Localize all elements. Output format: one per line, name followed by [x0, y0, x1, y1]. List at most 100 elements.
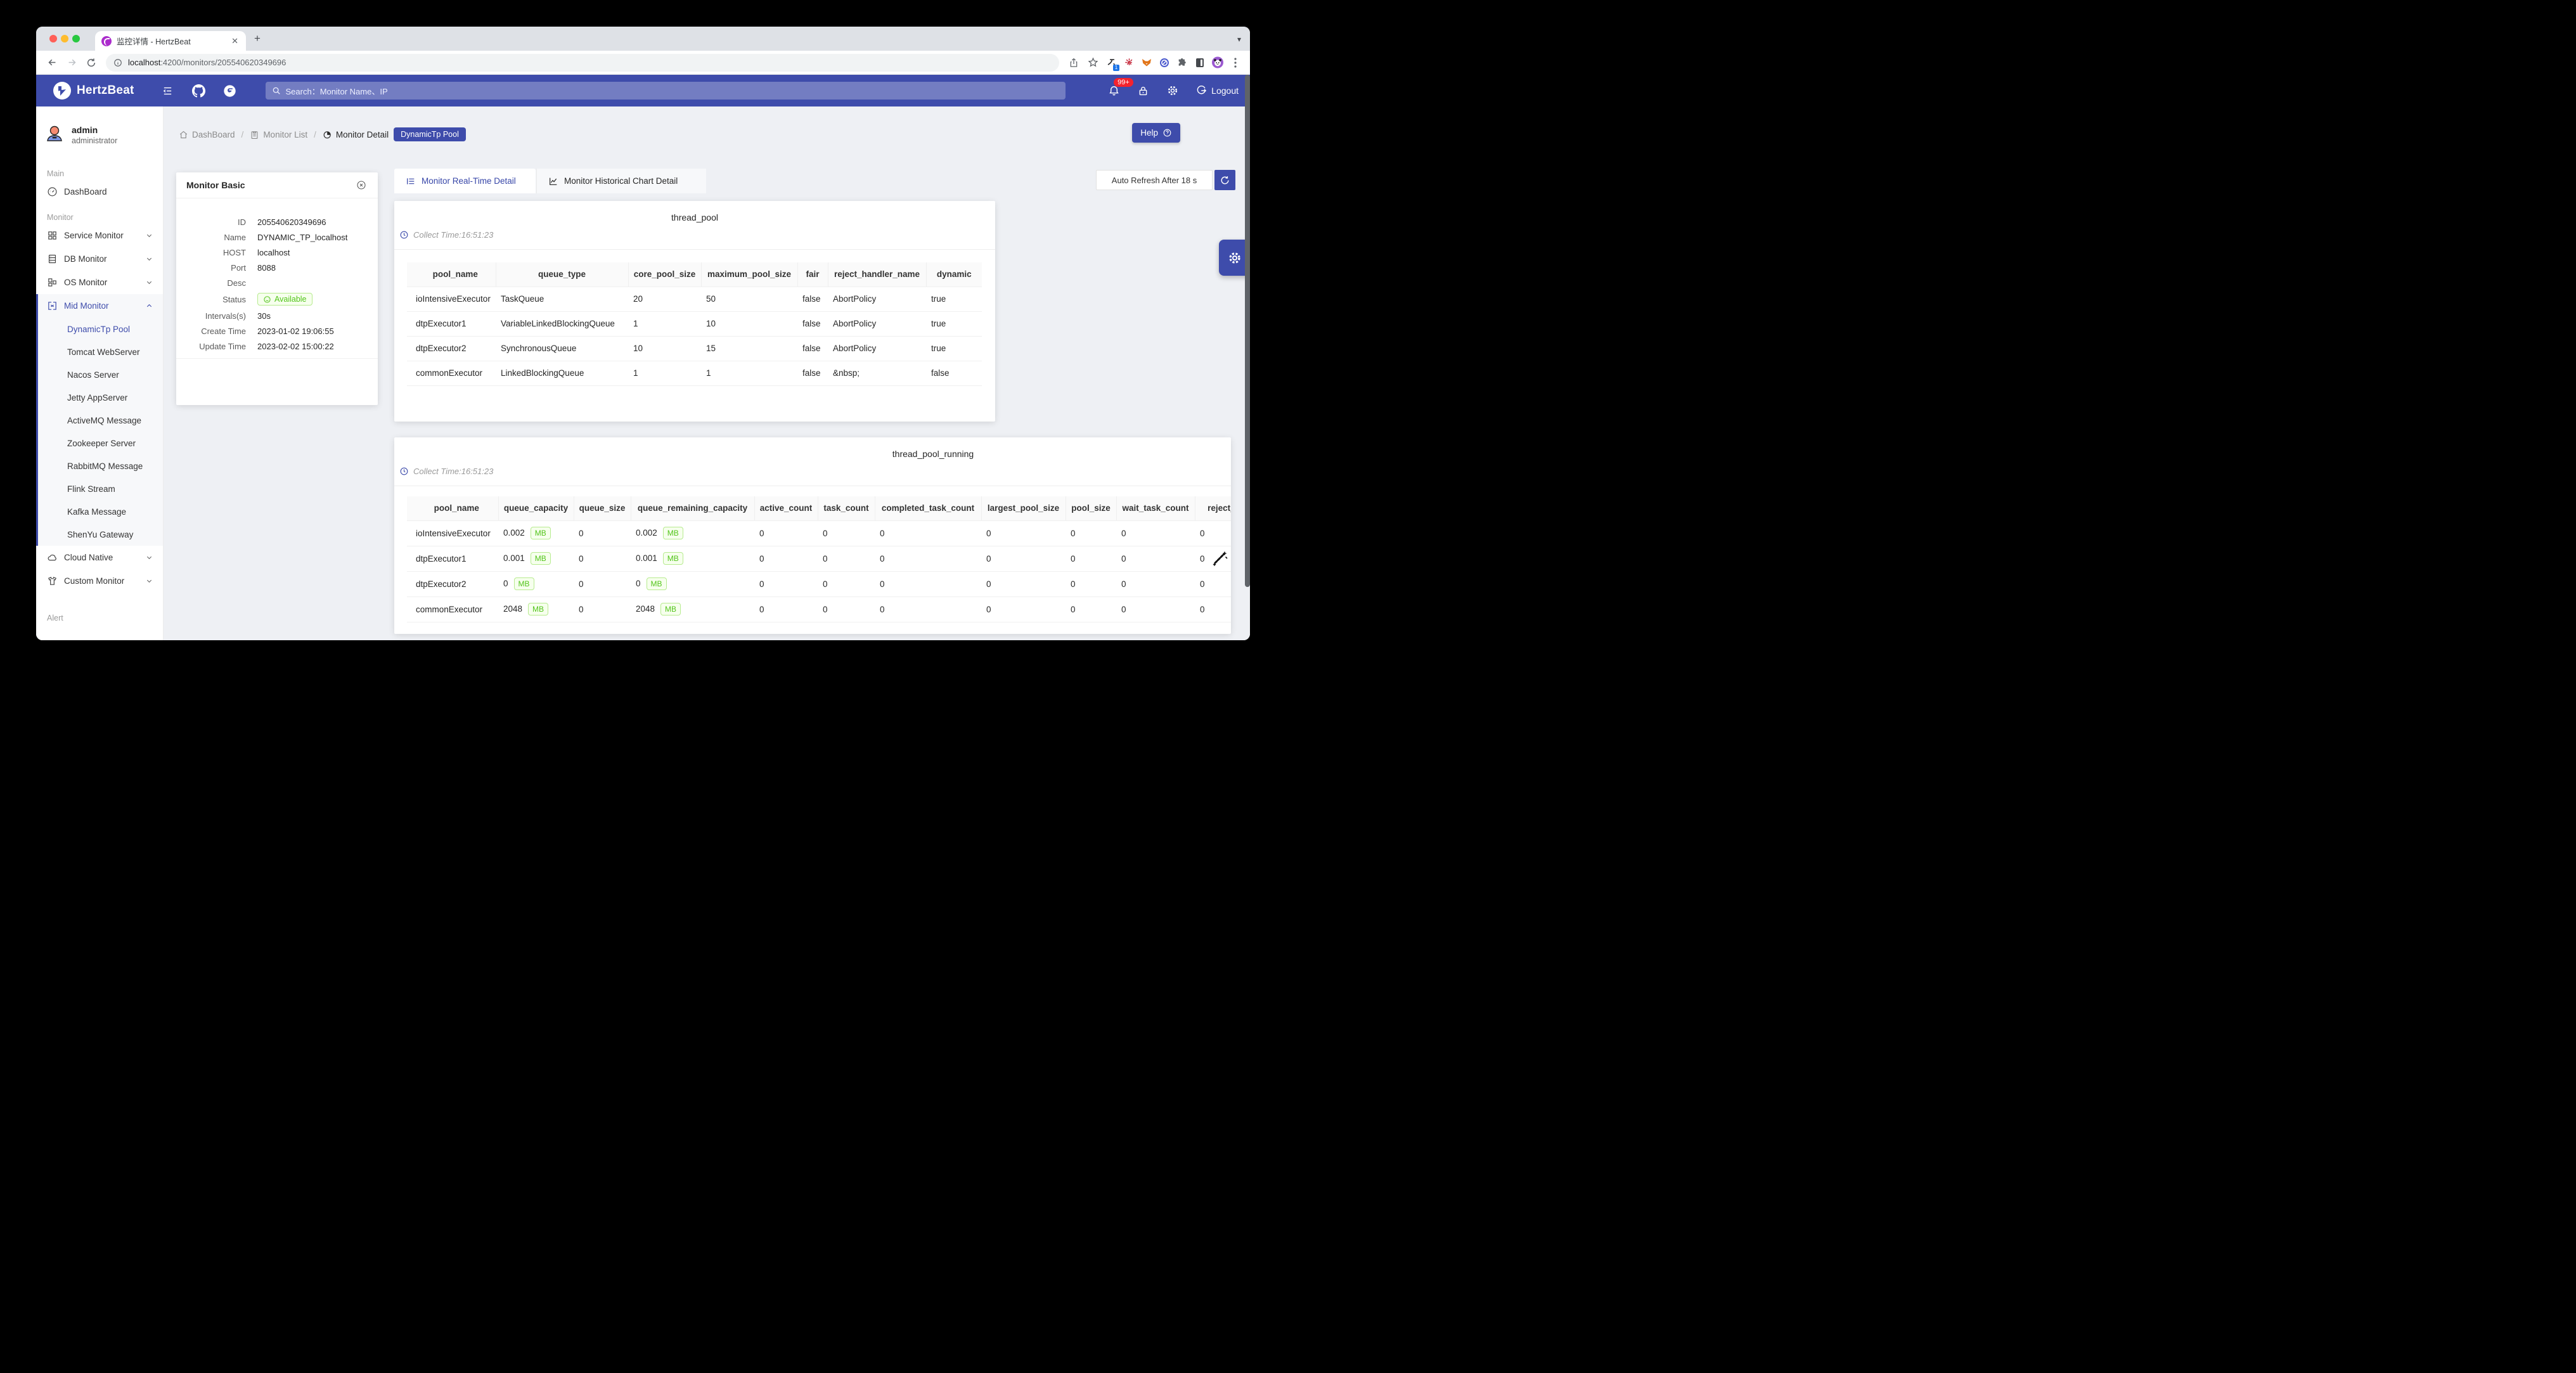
main-content: DashBoard / Monitor List / Monitor Detai…: [164, 106, 1250, 640]
logout-icon: [1196, 85, 1208, 96]
sidebar-section-main: Main: [36, 167, 163, 180]
sidebar-item-jetty-appserver[interactable]: Jetty AppServer: [38, 386, 163, 409]
notification-badge: 99+: [1114, 78, 1133, 87]
window-zoom-button[interactable]: [72, 35, 80, 42]
clock-icon: [399, 230, 409, 240]
back-icon[interactable]: [47, 57, 58, 68]
sidebar-item-os-monitor[interactable]: OS Monitor: [36, 271, 163, 294]
dashboard-icon: [47, 186, 58, 197]
app-header: HertzBeat Search：Monitor Name、IP 99+: [36, 75, 1250, 106]
os-icon: [47, 277, 58, 288]
sidebar-item-dynamictp-pool[interactable]: DynamicTp Pool: [38, 318, 163, 340]
logout-button[interactable]: Logout: [1196, 85, 1239, 96]
unit-badge: MB: [531, 527, 551, 539]
breadcrumb-dashboard[interactable]: DashBoard: [179, 130, 235, 139]
github-icon[interactable]: [192, 84, 205, 98]
share-icon[interactable]: [1069, 58, 1079, 68]
sidebar-item-tomcat-webserver[interactable]: Tomcat WebServer: [38, 340, 163, 363]
browser-menu-dots-icon[interactable]: [1230, 57, 1241, 68]
home-icon: [179, 130, 188, 139]
column-header-pool-size: pool_size: [1066, 496, 1116, 520]
browser-tab[interactable]: 监控详情 - HertzBeat ✕: [95, 31, 246, 51]
browser-window: 监控详情 - HertzBeat ✕ + ▾ localhost:4200/mo…: [36, 27, 1250, 640]
gitee-icon[interactable]: [223, 84, 236, 98]
chevron-down-icon: [146, 255, 153, 262]
sidebar-extension-icon[interactable]: [1194, 57, 1206, 68]
refresh-button[interactable]: [1214, 170, 1235, 190]
chevron-up-icon: [146, 302, 153, 309]
desktop: 监控详情 - HertzBeat ✕ + ▾ localhost:4200/mo…: [0, 0, 1288, 687]
table-row: ioIntensiveExecutor0.002MB00.002MB000000…: [407, 520, 1231, 546]
sidebar-item-rabbitmq-message[interactable]: RabbitMQ Message: [38, 454, 163, 477]
sidebar-item-cloud-native[interactable]: Cloud Native: [36, 546, 163, 569]
table-row: commonExecutor2048MB02048MB0000000: [407, 596, 1231, 622]
window-minimize-button[interactable]: [61, 35, 68, 42]
search-input[interactable]: Search：Monitor Name、IP: [266, 82, 1066, 100]
metamask-fox-icon[interactable]: [1141, 57, 1152, 68]
flower-extension-icon[interactable]: [1123, 57, 1135, 68]
column-header-largest-pool-size: largest_pool_size: [981, 496, 1066, 520]
url-bar[interactable]: localhost:4200/monitors/205540620349696: [106, 54, 1059, 72]
url-path: :4200/monitors/205540620349696: [160, 58, 286, 67]
sidebar-section-monitor: Monitor: [36, 211, 163, 224]
sidebar-item-mid-monitor[interactable]: Mid Monitor: [38, 294, 163, 318]
reload-icon[interactable]: [86, 58, 96, 68]
sidebar-item-dashboard[interactable]: DashBoard: [36, 180, 163, 203]
sidebar-item-nacos-server[interactable]: Nacos Server: [38, 363, 163, 386]
basic-field-host: HOSTlocalhost: [176, 245, 378, 260]
sidebar-item-db-monitor[interactable]: DB Monitor: [36, 247, 163, 271]
table-row: dtpExecutor10.001MB00.001MB0000000: [407, 546, 1231, 571]
chevron-down-icon: [146, 554, 153, 561]
new-tab-button[interactable]: +: [254, 33, 261, 44]
window-close-button[interactable]: [49, 35, 57, 42]
sidebar-item-service-monitor[interactable]: Service Monitor: [36, 224, 163, 247]
extensions-puzzle-icon[interactable]: [1176, 57, 1188, 68]
sidebar-item-zookeeper-server[interactable]: Zookeeper Server: [38, 432, 163, 454]
site-info-icon[interactable]: [113, 58, 122, 67]
auto-refresh-countdown[interactable]: Auto Refresh After 18 s: [1096, 170, 1213, 190]
forward-icon[interactable]: [67, 57, 77, 68]
basic-field-create-time: Create Time2023-01-02 19:06:55: [176, 323, 378, 338]
sidebar-item-custom-monitor[interactable]: Custom Monitor: [36, 569, 163, 593]
lock-icon[interactable]: [1137, 85, 1149, 97]
tab-close-icon[interactable]: ✕: [230, 36, 240, 46]
tab-historical-chart[interactable]: Monitor Historical Chart Detail: [536, 169, 706, 193]
breadcrumb-monitor-list[interactable]: Monitor List: [250, 130, 307, 139]
basic-field-status: StatusAvailable: [176, 290, 378, 308]
column-header-pool-name: pool_name: [407, 262, 496, 287]
cloud-icon: [47, 552, 58, 563]
bookmark-star-icon[interactable]: [1088, 57, 1098, 68]
close-circle-icon[interactable]: [356, 180, 366, 190]
grid-icon: [47, 230, 58, 241]
table-row: dtpExecutor1VariableLinkedBlockingQueue1…: [407, 311, 982, 336]
translate-extension-icon[interactable]: 1: [1105, 57, 1117, 68]
browser-tabstrip: 监控详情 - HertzBeat ✕ + ▾: [36, 27, 1250, 51]
avatar: [44, 124, 65, 147]
hertzbeat-logo: [53, 81, 72, 100]
tab-realtime-detail[interactable]: Monitor Real-Time Detail: [394, 169, 536, 193]
basic-field-update-time: Update Time2023-02-02 15:00:22: [176, 338, 378, 354]
sidebar-item-flink-stream[interactable]: Flink Stream: [38, 477, 163, 500]
sidebar-item-activemq-message[interactable]: ActiveMQ Message: [38, 409, 163, 432]
column-header-core-pool-size: core_pool_size: [628, 262, 701, 287]
blue-circle-extension-icon[interactable]: [1159, 57, 1170, 68]
help-button[interactable]: Help: [1132, 123, 1180, 143]
sidebar-item-kafka-message[interactable]: Kafka Message: [38, 500, 163, 523]
brand-title[interactable]: HertzBeat: [77, 84, 134, 98]
status-badge: Available: [257, 293, 312, 306]
app-body: admin administrator MainDashBoardMonitor…: [36, 106, 1250, 640]
thread-pool-table: pool_namequeue_typecore_pool_sizemaximum…: [407, 262, 982, 386]
notifications-bell-icon[interactable]: 99+: [1108, 85, 1120, 97]
tab-search-chevron-icon[interactable]: ▾: [1237, 35, 1241, 44]
pie-chart-icon: [323, 130, 332, 139]
settings-gear-icon[interactable]: [1166, 84, 1179, 97]
monitor-basic-title: Monitor Basic: [186, 180, 245, 190]
sidebar-item-shenyu-gateway[interactable]: ShenYu Gateway: [38, 523, 163, 546]
chevron-down-icon: [146, 577, 153, 584]
unit-badge: MB: [647, 577, 667, 590]
user-block[interactable]: admin administrator: [36, 106, 163, 148]
page-scrollbar[interactable]: [1245, 75, 1250, 587]
column-header-fair: fair: [797, 262, 828, 287]
profile-avatar[interactable]: [1212, 57, 1223, 68]
menu-fold-icon[interactable]: [162, 86, 173, 96]
